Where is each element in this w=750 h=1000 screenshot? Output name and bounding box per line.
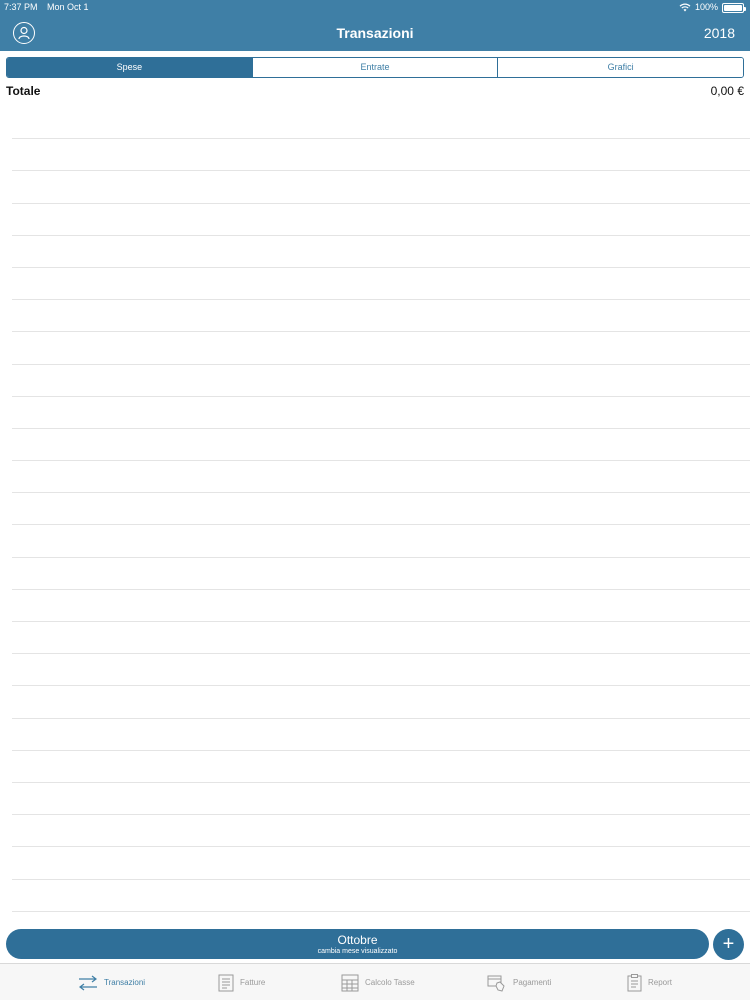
status-date: Mon Oct 1 [47,2,89,12]
tab-report[interactable]: Report [627,964,672,1000]
empty-list-row [12,558,750,590]
segment-spese[interactable]: Spese [7,58,252,77]
transfer-arrows-icon [79,975,97,990]
month-subtitle: cambia mese visualizzato [317,948,398,955]
year-selector[interactable]: 2018 [704,15,735,51]
empty-list-row [12,171,750,204]
empty-list-row [12,268,750,301]
empty-list-row [12,686,750,719]
empty-list-row [12,332,750,365]
empty-list-row [12,654,750,687]
tab-label: Pagamenti [513,978,552,987]
battery-percent: 100% [694,2,718,12]
empty-list-row [12,493,750,526]
tab-fatture[interactable]: Fatture [218,964,265,1000]
segmented-control: Spese Entrate Grafici [6,57,744,78]
battery-icon [722,2,746,13]
segment-grafici[interactable]: Grafici [497,58,743,77]
total-label: Totale [6,84,41,98]
tab-label: Calcolo Tasse [365,978,415,987]
page-title: Transazioni [336,25,414,41]
empty-list-row [12,751,750,783]
empty-list-row [12,429,750,462]
nav-bar: Transazioni 2018 [0,15,750,51]
empty-list-row [12,204,750,236]
totals-row: Totale 0,00 € [6,84,744,102]
empty-list-row [12,783,750,816]
tab-bar: Transazioni Fatture Calcolo Tasse Pagame… [0,963,750,1000]
clipboard-report-icon [627,973,642,991]
empty-list-row [12,880,750,912]
empty-list-row [12,590,750,622]
empty-list-row [12,300,750,333]
empty-list-row [12,139,750,172]
empty-list-row [12,815,750,848]
empty-list-row [12,397,750,429]
tab-transazioni[interactable]: Transazioni [78,964,145,1000]
month-selector-button[interactable]: Ottobre cambia mese visualizzato [6,929,709,959]
tab-pagamenti[interactable]: Pagamenti [487,964,551,1000]
empty-list-row [12,365,750,397]
segment-entrate[interactable]: Entrate [251,58,498,77]
payments-icon [487,975,505,992]
calculator-icon [341,974,359,991]
empty-list-row [12,107,750,140]
wifi-icon [679,3,691,12]
empty-list-row [12,525,750,558]
transactions-list[interactable] [12,107,750,912]
empty-list-row [12,847,750,880]
empty-list-row [12,622,750,655]
status-right: 100% [679,0,746,15]
plus-icon: + [722,933,735,955]
add-transaction-button[interactable]: + [713,929,744,960]
invoice-icon [218,974,234,991]
status-time: 7:37 PM [4,2,38,12]
empty-list-row [12,236,750,268]
tab-label: Report [648,978,673,987]
tab-calcolo-tasse[interactable]: Calcolo Tasse [341,964,415,1000]
month-label: Ottobre [337,933,378,947]
status-bar: 7:37 PM Mon Oct 1 100% [0,0,750,15]
total-value: 0,00 € [710,84,744,98]
top-bar: 7:37 PM Mon Oct 1 100% Transazioni 2018 [0,0,750,51]
empty-list-row [12,461,750,494]
app-root: 7:37 PM Mon Oct 1 100% Transazioni 2018 … [0,0,750,1000]
empty-list-row [12,719,750,751]
tab-label: Transazioni [104,978,146,987]
tab-label: Fatture [240,978,266,987]
